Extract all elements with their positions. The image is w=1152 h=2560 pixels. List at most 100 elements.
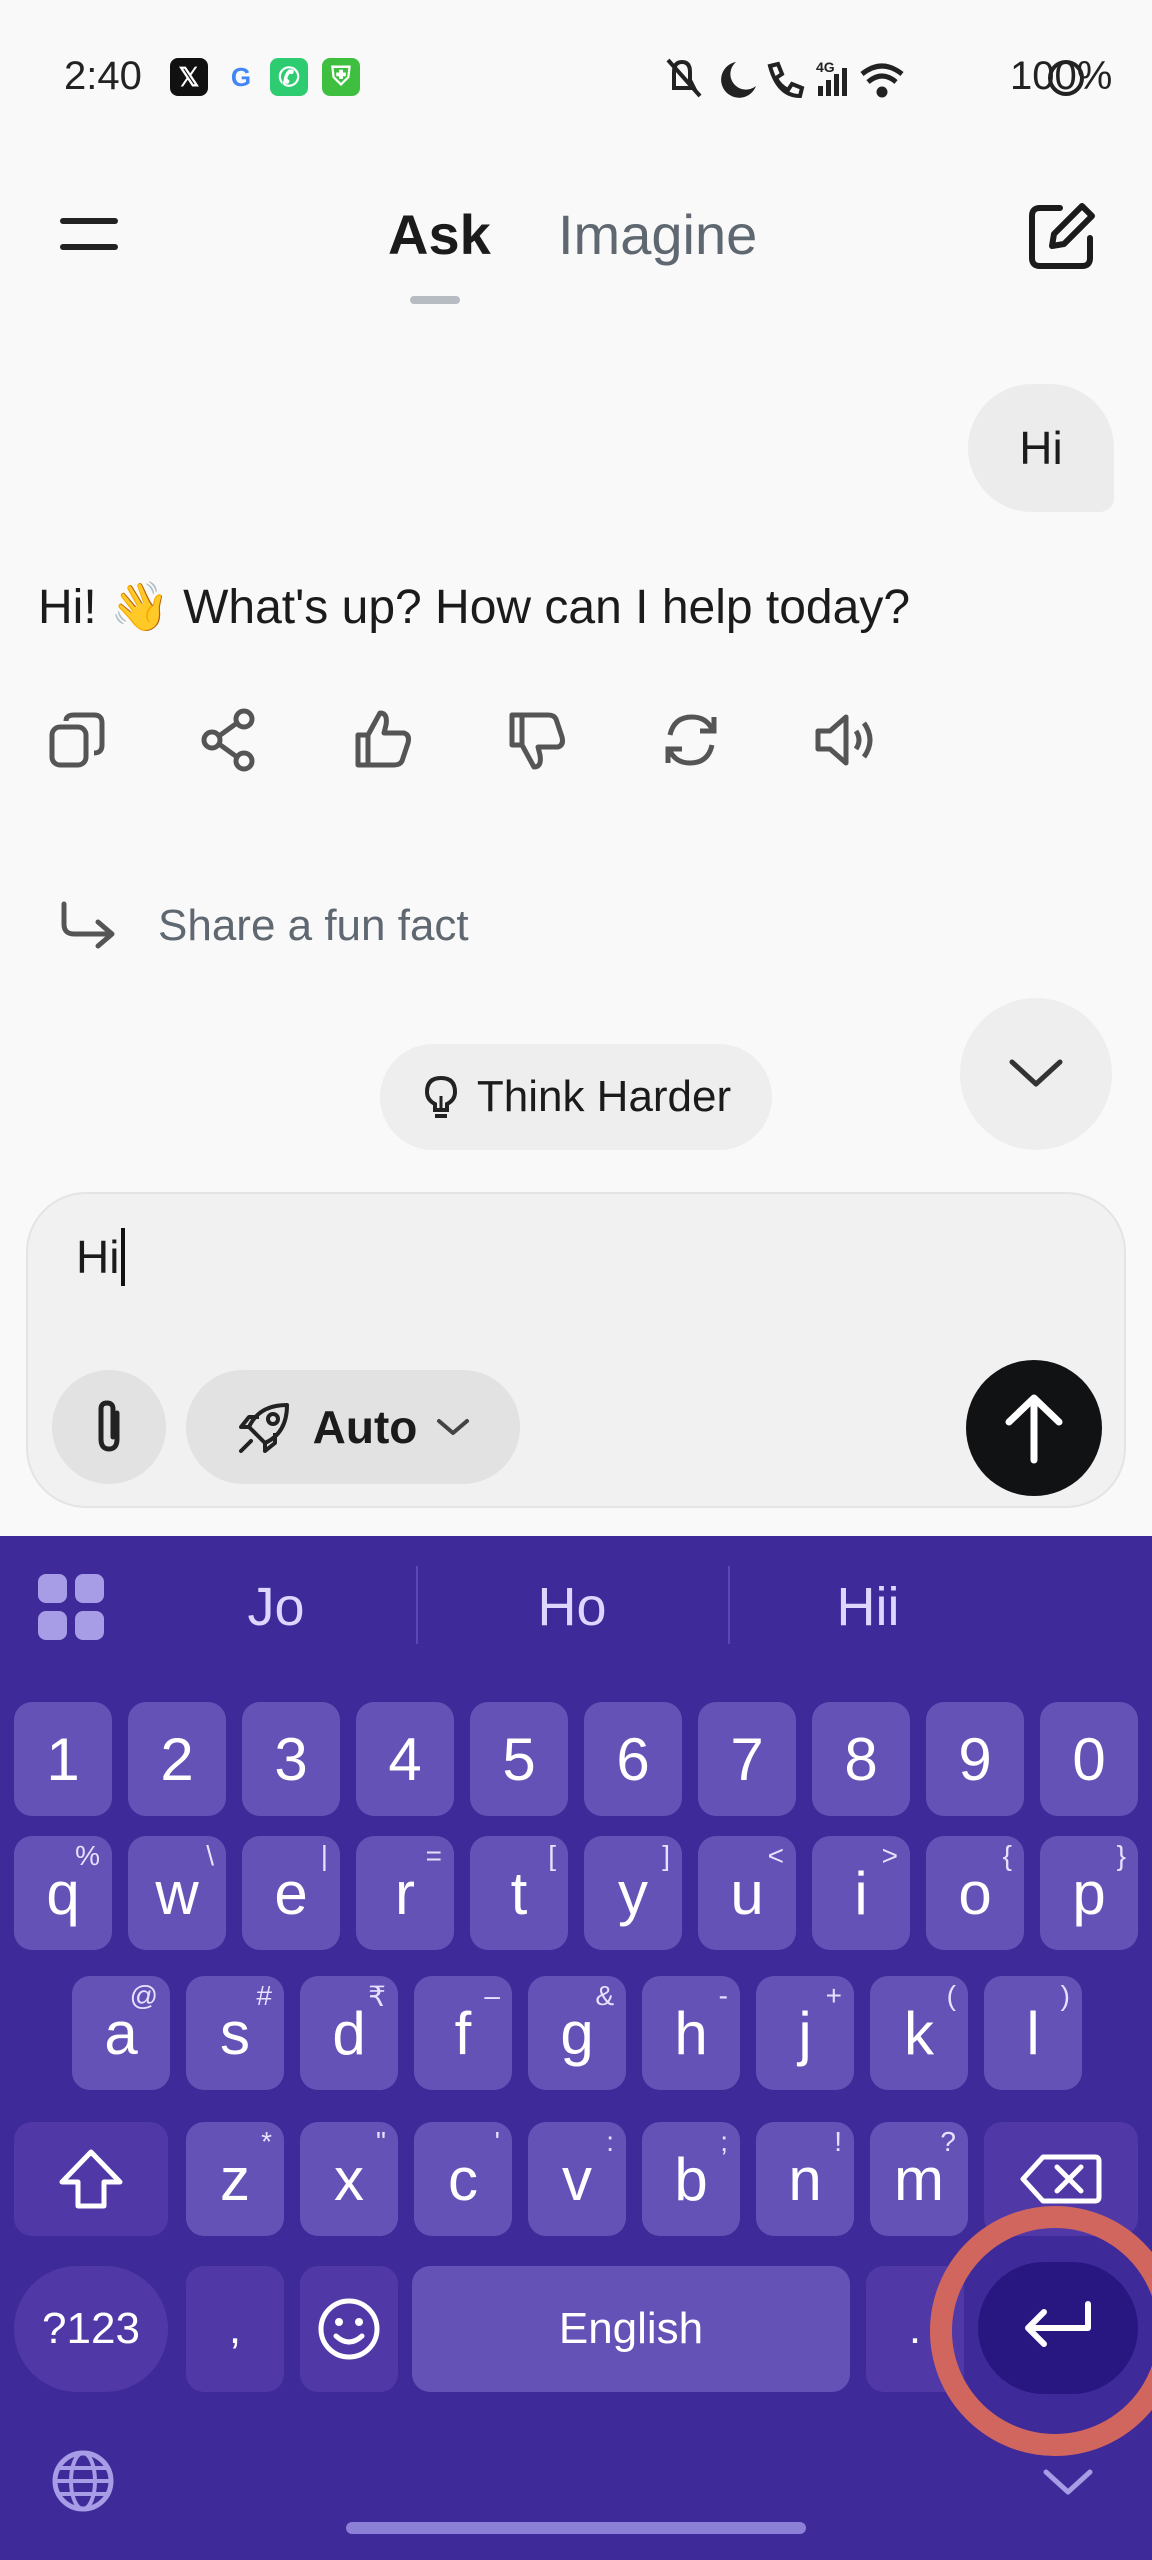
svg-text:4G: 4G (816, 59, 835, 75)
hamburger-icon[interactable] (58, 212, 122, 256)
key-3[interactable]: 3 (242, 1702, 340, 1816)
key-alt: ' (494, 2126, 500, 2157)
enter-icon (1025, 2301, 1091, 2347)
speaker-icon[interactable] (810, 705, 880, 775)
key-l[interactable]: l) (984, 1976, 1082, 2090)
send-button[interactable] (966, 1360, 1102, 1496)
keyboard-suggestion[interactable]: Jo (126, 1576, 426, 1638)
key-q[interactable]: q% (14, 1836, 112, 1950)
enter-key[interactable] (978, 2262, 1138, 2394)
key-letter: t (510, 1859, 528, 1927)
key-y[interactable]: y] (584, 1836, 682, 1950)
key-4[interactable]: 4 (356, 1702, 454, 1816)
symbols-key[interactable]: ?123 (14, 2266, 168, 2392)
key-n[interactable]: n! (756, 2122, 854, 2236)
suggestion-share-fun-fact[interactable]: Share a fun fact (56, 886, 469, 966)
key-r[interactable]: r = (356, 1836, 454, 1950)
key-h[interactable]: h- (642, 1976, 740, 2090)
think-harder-button[interactable]: Think Harder (380, 1044, 772, 1150)
reply-arrow-icon (61, 901, 115, 949)
mode-label: Auto (312, 1401, 418, 1453)
key-s[interactable]: s # (186, 1976, 284, 2090)
key-p[interactable]: p} (1040, 1836, 1138, 1950)
battery-icon (1048, 60, 1084, 96)
suggestion-divider (416, 1566, 418, 1644)
regenerate-icon[interactable] (656, 705, 726, 775)
key-z[interactable]: z * (186, 2122, 284, 2236)
key-8[interactable]: 8 (812, 1702, 910, 1816)
hide-keyboard-chevron-icon[interactable] (1040, 2464, 1096, 2500)
key-m[interactable]: m? (870, 2122, 968, 2236)
globe-icon[interactable] (48, 2446, 118, 2516)
key-7[interactable]: 7 (698, 1702, 796, 1816)
key-letter: o (958, 1859, 992, 1927)
attach-button[interactable] (52, 1370, 166, 1484)
key-alt: & (595, 1980, 614, 2011)
key-j[interactable]: j + (756, 1976, 854, 2090)
key-letter: w (155, 1859, 199, 1927)
message-input[interactable]: Hi (76, 1228, 126, 1286)
key-e[interactable]: e | (242, 1836, 340, 1950)
message-composer[interactable] (26, 1192, 1126, 1508)
ai-message: Hi! 👋 What's up? How can I help today? (38, 581, 911, 634)
key-letter: y (618, 1859, 648, 1927)
shift-icon (59, 2149, 123, 2209)
key-alt: ] (662, 1840, 670, 1871)
key-letter: x (334, 2145, 364, 2213)
key-alt: % (75, 1840, 100, 1871)
thumbs-up-icon[interactable] (348, 705, 418, 775)
key-t[interactable]: t[ (470, 1836, 568, 1950)
key-alt: | (320, 1840, 328, 1871)
key-v[interactable]: v: (528, 2122, 626, 2236)
key-letter: g (560, 1999, 594, 2067)
key-alt: = (425, 1840, 442, 1871)
key-alt: [ (548, 1840, 556, 1871)
key-f[interactable]: f – (414, 1976, 512, 2090)
comma-key[interactable]: , (186, 2266, 284, 2392)
key-g[interactable]: g & (528, 1976, 626, 2090)
shift-key[interactable] (14, 2122, 168, 2236)
apps-grid-icon[interactable] (38, 1574, 104, 1640)
key-x[interactable]: x " (300, 2122, 398, 2236)
key-2[interactable]: 2 (128, 1702, 226, 1816)
signal-4g-icon: 4G (816, 59, 847, 96)
key-b[interactable]: b; (642, 2122, 740, 2236)
key-5[interactable]: 5 (470, 1702, 568, 1816)
share-icon[interactable] (194, 705, 264, 775)
user-message-bubble: Hi (968, 384, 1114, 512)
copy-icon[interactable] (42, 705, 112, 775)
key-0[interactable]: 0 (1040, 1702, 1138, 1816)
key-1[interactable]: 1 (14, 1702, 112, 1816)
dnd-moon-icon (721, 62, 756, 98)
key-alt: ; (720, 2126, 728, 2157)
thumbs-down-icon[interactable] (502, 705, 572, 775)
emoji-icon (318, 2298, 380, 2360)
emoji-key[interactable] (300, 2266, 398, 2392)
scroll-down-button[interactable] (960, 998, 1112, 1150)
tab-ask[interactable]: Ask (388, 202, 491, 267)
key-c[interactable]: c ' (414, 2122, 512, 2236)
vpn-icon: ⛨ (322, 58, 360, 96)
key-w[interactable]: w \ (128, 1836, 226, 1950)
edit-icon[interactable] (1024, 200, 1098, 274)
key-i[interactable]: i > (812, 1836, 910, 1950)
gesture-nav-bar[interactable] (346, 2522, 806, 2534)
mode-selector[interactable]: Auto (186, 1370, 520, 1484)
space-key[interactable]: English (412, 2266, 850, 2392)
backspace-icon (1020, 2154, 1102, 2204)
key-letter: u (730, 1859, 764, 1927)
key-u[interactable]: u < (698, 1836, 796, 1950)
keyboard-suggestion[interactable]: Ho (422, 1576, 722, 1638)
key-alt: " (376, 2126, 386, 2157)
key-alt: \ (206, 1840, 214, 1871)
tab-imagine[interactable]: Imagine (558, 202, 757, 267)
key-9[interactable]: 9 (926, 1702, 1024, 1816)
key-alt: ! (834, 2126, 842, 2157)
key-d[interactable]: d ₹ (300, 1976, 398, 2090)
key-a[interactable]: a @ (72, 1976, 170, 2090)
key-6[interactable]: 6 (584, 1702, 682, 1816)
keyboard-suggestion[interactable]: Hii (718, 1576, 1018, 1638)
key-k[interactable]: k( (870, 1976, 968, 2090)
paperclip-icon (98, 1400, 120, 1452)
key-o[interactable]: o{ (926, 1836, 1024, 1950)
